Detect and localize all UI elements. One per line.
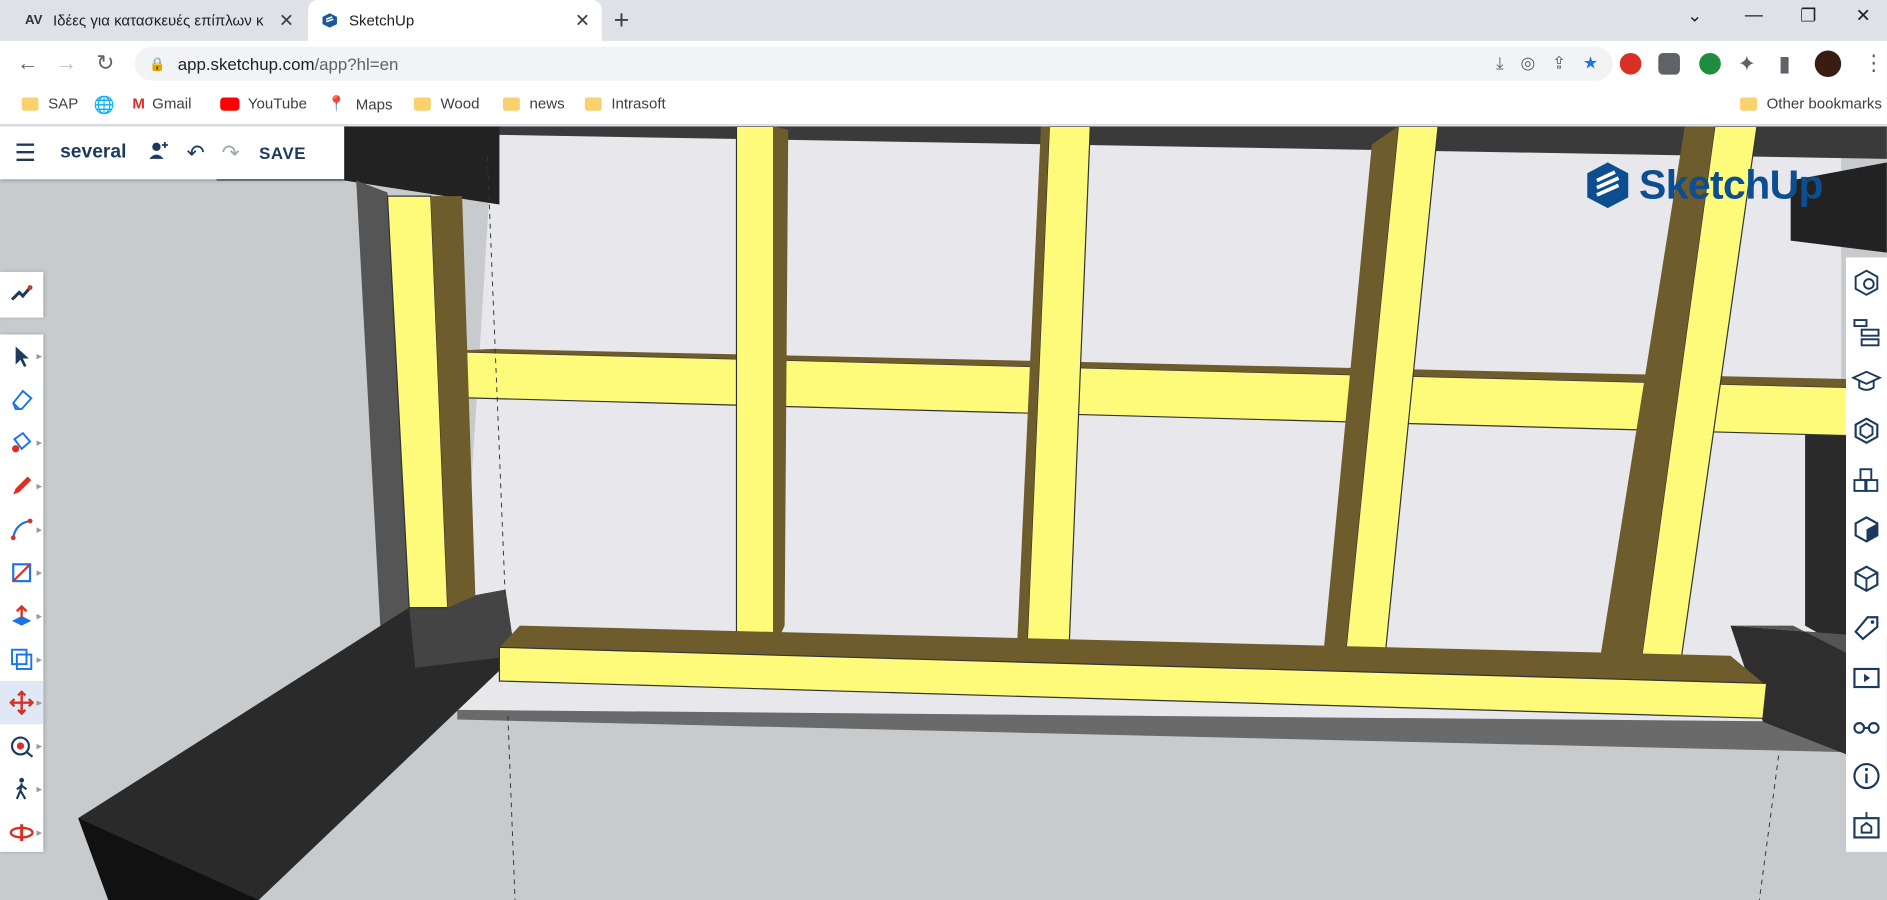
sidepanel-icon[interactable]: ▮ [1779, 52, 1791, 77]
search-tray [0, 271, 44, 318]
paint-bucket-icon[interactable]: ▶ [0, 421, 43, 464]
new-tab-button[interactable]: + [614, 5, 629, 36]
bookmark-intrasoft[interactable]: Intrasoft [584, 95, 666, 112]
folder-icon [503, 96, 520, 111]
tool-tray: ▶ ▶ ▶ ▶ ▶ ▶ ▶ ▶ ▶ ▶ ▶ [0, 334, 44, 854]
instructor-icon[interactable] [1846, 356, 1887, 405]
document-name[interactable]: several [60, 142, 126, 164]
tab-title: SketchUp [348, 12, 415, 29]
push-pull-icon[interactable]: ▶ [0, 594, 43, 637]
move-icon[interactable]: ▶ [0, 681, 44, 725]
green-extension-icon[interactable] [1699, 52, 1721, 75]
bookmark-news[interactable]: news [503, 95, 565, 112]
bookmark-gmail[interactable]: M Gmail [132, 95, 191, 112]
sketchup-header: ☰ several ↶ ↷ SAVE [0, 126, 345, 180]
adblock-extension-icon[interactable] [1619, 52, 1642, 75]
folder-icon [584, 96, 602, 111]
sketchup-logo-icon [1587, 162, 1629, 209]
folder-icon [1740, 96, 1757, 111]
tab-title: Ιδέες για κατασκευές επίπλων κ [52, 12, 264, 29]
folder-icon [413, 96, 431, 111]
browser-toolbar: ← → ↻ 🔒 app.sketchup.com/app?hl=en ⤓ ◎ ⇪… [0, 40, 1887, 87]
address-bar[interactable]: 🔒 app.sketchup.com/app?hl=en ⤓ ◎ ⇪ ★ [134, 46, 1613, 81]
sketchup-logo: SketchUp [1584, 160, 1824, 211]
bookmark-sap[interactable]: SAP [21, 95, 78, 112]
maps-icon: 📍 [327, 95, 347, 112]
eraser-icon[interactable] [0, 378, 43, 421]
omnibox-actions: ⤓ ◎ ⇪ ★ [1496, 53, 1598, 73]
folder-icon [21, 96, 39, 111]
add-collaborator-icon[interactable] [148, 139, 170, 167]
redo-icon[interactable]: ↷ [222, 140, 240, 165]
youtube-icon [220, 96, 240, 111]
model-viewport[interactable] [0, 126, 1887, 900]
materials-icon[interactable] [1846, 455, 1887, 504]
tab-search-icon[interactable]: ⌄ [1687, 5, 1702, 27]
tab-strip: AV Ιδέες για κατασκευές επίπλων κ ✕ Sket… [0, 0, 1887, 41]
bookmark-maps[interactable]: 📍 Maps [327, 95, 392, 113]
bookmarks-bar: SAP 🌐 M Gmail YouTube 📍 Maps Wood news Int… [0, 86, 1887, 126]
eye-off-icon[interactable]: ◎ [1520, 53, 1535, 73]
globe-icon: 🌐 [93, 95, 115, 115]
tab-close-icon[interactable]: ✕ [570, 10, 594, 32]
entity-info-icon[interactable] [1846, 257, 1887, 306]
puzzle-icon[interactable]: ✦ [1738, 52, 1756, 77]
pencil-icon[interactable]: ▶ [0, 464, 43, 507]
lock-icon: 🔒 [149, 57, 166, 72]
share-icon[interactable]: ⇪ [1552, 53, 1566, 73]
styles-icon[interactable] [1846, 504, 1887, 553]
bookmark-star-icon[interactable]: ★ [1583, 53, 1598, 73]
tags-icon[interactable] [1846, 603, 1887, 652]
window-close-icon[interactable]: ✕ [1856, 5, 1871, 27]
reload-icon[interactable]: ↻ [96, 51, 114, 76]
tab-ideas[interactable]: AV Ιδέες για κατασκευές επίπλων κ ✕ [12, 0, 306, 41]
restore-icon[interactable]: ❐ [1800, 5, 1816, 27]
model-info-icon[interactable] [1846, 751, 1887, 800]
right-panel-tray [1846, 257, 1887, 852]
other-bookmarks[interactable]: Other bookmarks [1740, 95, 1882, 112]
save-button[interactable]: SAVE [259, 143, 306, 162]
tab-sketchup[interactable]: SketchUp ✕ [308, 0, 602, 41]
forward-icon[interactable]: → [55, 51, 77, 76]
rectangle-icon[interactable]: ▶ [0, 551, 43, 594]
url-text: app.sketchup.com/app?hl=en [177, 54, 399, 74]
components-icon[interactable] [1846, 405, 1887, 454]
av-favicon-icon: AV [24, 13, 43, 28]
display-icon[interactable] [1846, 701, 1887, 750]
search-tool-icon[interactable] [0, 272, 43, 315]
sketchup-favicon-icon [320, 11, 339, 30]
outliner-icon[interactable] [1846, 307, 1887, 356]
gmail-icon: M [132, 95, 145, 112]
bookmark-youtube[interactable]: YouTube [220, 95, 307, 112]
kebab-menu-icon[interactable]: ⋮ [1863, 51, 1885, 76]
install-icon[interactable]: ⤓ [1496, 53, 1503, 73]
back-icon[interactable]: ← [17, 51, 39, 76]
bookmark-globe[interactable]: 🌐 [94, 95, 115, 115]
tape-measure-icon[interactable]: ▶ [0, 724, 43, 767]
undo-icon[interactable]: ↶ [187, 140, 205, 165]
views-icon[interactable] [1846, 553, 1887, 602]
tab-close-icon[interactable]: ✕ [274, 10, 298, 32]
walk-icon[interactable]: ▶ [0, 768, 43, 811]
avatar[interactable] [1814, 50, 1842, 78]
hamburger-menu-icon[interactable]: ☰ [14, 138, 36, 168]
arc-icon[interactable]: ▶ [0, 508, 43, 551]
minimize-icon[interactable]: — [1745, 5, 1763, 25]
select-icon[interactable]: ▶ [0, 334, 43, 377]
orbit-icon[interactable]: ▶ [0, 811, 43, 854]
bookmark-wood[interactable]: Wood [413, 95, 479, 112]
offset-icon[interactable]: ▶ [0, 638, 43, 681]
scenes-icon[interactable] [1846, 652, 1887, 701]
extension-icon[interactable] [1658, 52, 1680, 75]
extension-warehouse-icon[interactable] [1846, 800, 1887, 849]
model-scene [0, 126, 1887, 900]
